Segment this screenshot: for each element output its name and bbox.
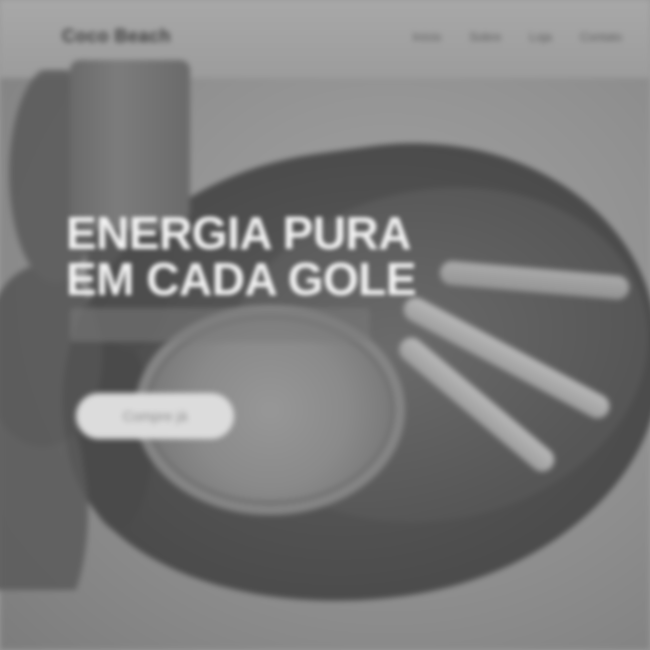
hero-product-image <box>70 60 190 230</box>
hero-title-line-1: ENERGIA PURA <box>66 207 412 259</box>
hero-title-line-2: EM CADA GOLE <box>66 253 417 305</box>
brand-logo[interactable]: Coco Beach <box>62 26 171 47</box>
nav-item-home[interactable]: Início <box>413 30 442 44</box>
main-nav: Início Sobre Loja Contato <box>413 30 622 44</box>
hero-title: ENERGIA PURA EM CADA GOLE <box>66 207 417 305</box>
nav-item-about[interactable]: Sobre <box>469 30 501 44</box>
hero-subtitle <box>70 308 370 342</box>
nav-item-contact[interactable]: Contato <box>580 30 622 44</box>
cta-button[interactable]: Compre já <box>76 393 234 439</box>
nav-item-shop[interactable]: Loja <box>529 30 552 44</box>
